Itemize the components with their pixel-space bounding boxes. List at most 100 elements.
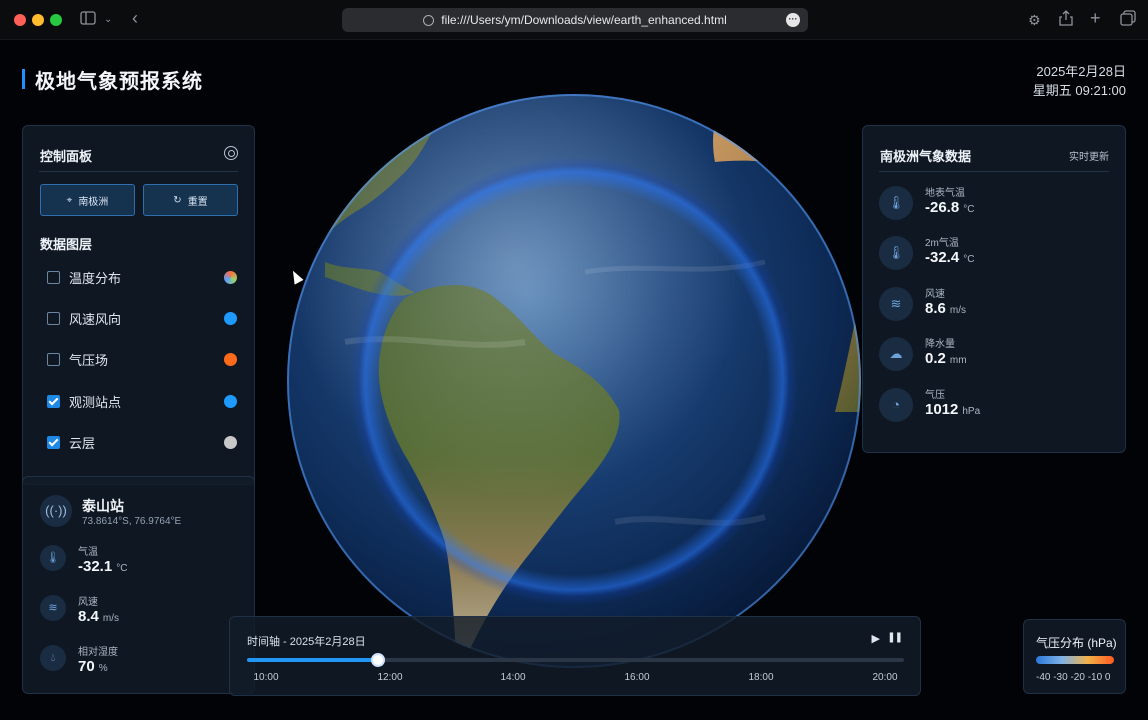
rain-cloud-icon: ☁︎ xyxy=(879,337,913,371)
metric-unit: °C xyxy=(963,204,975,215)
pause-icon[interactable]: ❚❚ xyxy=(887,632,903,643)
data-metric-2m-temp: 🌡︎ 2m气温 -32.4 °C xyxy=(879,234,1109,274)
antenna-icon: ((·)) xyxy=(40,495,72,527)
station-metric-temperature: 🌡︎ 气温 -32.1 °C xyxy=(40,543,240,579)
new-tab-icon[interactable]: + xyxy=(1090,8,1101,28)
metric-value: -32.4 °C xyxy=(925,249,974,266)
metric-number: -26.8 xyxy=(925,199,960,216)
timeline-tick: 16:00 xyxy=(624,672,650,683)
back-icon[interactable]: ‹ xyxy=(132,8,138,28)
legend-ticks: -40 -30 -20 -10 0 xyxy=(1036,672,1111,683)
station-coords: 73.8614°S, 76.9764°E xyxy=(82,516,182,527)
layer-label: 云层 xyxy=(69,435,96,451)
datetime: 2025年2月28日 星期五 09:21:00 xyxy=(1033,62,1126,100)
tabs-overview-icon[interactable] xyxy=(1120,10,1136,31)
metric-label: 地表气温 xyxy=(925,188,965,199)
pressure-legend: 气压分布 (hPa) -40 -30 -20 -10 0 xyxy=(1023,619,1126,694)
layer-checkbox[interactable] xyxy=(47,311,60,325)
layer-wind[interactable]: 风速风向 xyxy=(47,308,237,328)
layer-checkbox[interactable] xyxy=(47,270,60,284)
metric-unit: % xyxy=(98,663,108,674)
thermometer-icon: 🌡︎ xyxy=(40,545,66,571)
station-metric-wind: ≋ 风速 8.4 m/s xyxy=(40,593,240,629)
sidebar-toggle-icon[interactable] xyxy=(80,10,96,30)
metric-number: -32.1 xyxy=(78,558,113,575)
thermometer-icon: 🌡︎ xyxy=(879,186,913,220)
layer-color-dot xyxy=(224,311,237,325)
timeline-title: 时间轴 - 2025年2月28日 xyxy=(247,636,366,648)
refresh-icon: ↻ xyxy=(173,194,182,206)
play-icon[interactable]: ▶ xyxy=(872,632,880,645)
url-text: file:///Users/ym/Downloads/view/earth_en… xyxy=(441,13,727,27)
layer-checkbox[interactable] xyxy=(47,394,60,408)
location-pin-icon: ⌖ xyxy=(66,194,73,206)
page-title: 极地气象预报系统 xyxy=(35,70,203,93)
metric-unit: °C xyxy=(116,563,128,574)
layer-pressure[interactable]: 气压场 xyxy=(47,349,237,369)
more-icon[interactable]: ··· xyxy=(786,13,800,27)
layer-clouds[interactable]: 云层 xyxy=(47,432,237,452)
timeline-progress xyxy=(247,658,379,662)
metric-unit: m/s xyxy=(102,613,119,624)
metric-value: 1012 hPa xyxy=(925,401,980,418)
station-panel: ((·)) 泰山站 73.8614°S, 76.9764°E 🌡︎ 气温 -32… xyxy=(22,476,255,694)
page-content: 极地气象预报系统 2025年2月28日 星期五 09:21:00 控制面板 ⌖ … xyxy=(0,40,1148,720)
timeline-tick: 20:00 xyxy=(872,672,898,683)
metric-label: 风速 xyxy=(925,289,945,300)
close-window-button[interactable] xyxy=(14,14,26,26)
divider xyxy=(879,171,1109,172)
legend-title: 气压分布 (hPa) xyxy=(1036,636,1117,650)
timeline-tick: 14:00 xyxy=(500,672,526,683)
title-accent xyxy=(22,69,25,89)
wind-icon: ≋ xyxy=(879,287,913,321)
antarctica-data-panel: 南极洲气象数据 实时更新 🌡︎ 地表气温 -26.8 °C 🌡︎ 2m气温 -32… xyxy=(862,125,1126,453)
metric-label: 气温 xyxy=(78,547,98,558)
layer-stations[interactable]: 观测站点 xyxy=(47,391,237,411)
layer-checkbox[interactable] xyxy=(47,435,60,449)
metric-value: 0.2 mm xyxy=(925,350,967,367)
layer-temperature[interactable]: 温度分布 xyxy=(47,267,237,287)
metric-label: 相对湿度 xyxy=(78,647,118,658)
timeline-tick: 10:00 xyxy=(253,672,279,683)
timeline-slider[interactable] xyxy=(247,653,904,667)
control-panel-title: 控制面板 xyxy=(40,149,93,164)
timeline-tick: 18:00 xyxy=(748,672,774,683)
metric-label: 降水量 xyxy=(925,339,955,350)
chevron-down-icon[interactable]: ⌄ xyxy=(104,10,112,30)
reset-button[interactable]: ↻ 重置 xyxy=(143,184,238,216)
metric-number: 0.2 xyxy=(925,350,946,367)
wind-icon: ≋ xyxy=(40,595,66,621)
layer-label: 风速风向 xyxy=(69,311,122,327)
share-icon[interactable] xyxy=(1059,10,1073,31)
metric-value: -26.8 °C xyxy=(925,199,974,216)
antarctica-button[interactable]: ⌖ 南极洲 xyxy=(40,184,135,216)
station-metric-humidity: 💧︎ 相对湿度 70% xyxy=(40,643,240,679)
metric-number: -32.4 xyxy=(925,249,960,266)
data-metric-precipitation: ☁︎ 降水量 0.2 mm xyxy=(879,335,1109,375)
address-bar[interactable]: file:///Users/ym/Downloads/view/earth_en… xyxy=(342,8,808,32)
metric-value: 8.4 m/s xyxy=(78,608,119,625)
metric-value: 70% xyxy=(78,658,108,675)
earth-globe[interactable] xyxy=(263,70,885,692)
data-metric-pressure: ◔ 气压 1012 hPa xyxy=(879,386,1109,426)
metric-label: 气压 xyxy=(925,390,945,401)
settings-icon[interactable]: ⚙ xyxy=(1028,10,1041,30)
data-metric-wind: ≋ 风速 8.6 m/s xyxy=(879,285,1109,325)
layer-color-dot xyxy=(224,270,237,284)
gear-icon[interactable] xyxy=(224,146,238,160)
metric-value: 8.6 m/s xyxy=(925,300,966,317)
metric-unit: m/s xyxy=(949,305,966,316)
maximize-window-button[interactable] xyxy=(50,14,62,26)
metric-unit: °C xyxy=(963,254,975,265)
layer-color-dot xyxy=(224,394,237,408)
timeline-thumb[interactable] xyxy=(371,653,386,667)
metric-value: -32.1 °C xyxy=(78,558,127,575)
metric-number: 70 xyxy=(78,658,95,675)
metric-number: 8.4 xyxy=(78,608,99,625)
layer-label: 气压场 xyxy=(69,352,109,368)
minimize-window-button[interactable] xyxy=(32,14,44,26)
layer-label: 温度分布 xyxy=(69,270,122,286)
layer-checkbox[interactable] xyxy=(47,352,60,366)
layer-color-dot xyxy=(224,352,237,366)
metric-unit: hPa xyxy=(962,406,981,417)
